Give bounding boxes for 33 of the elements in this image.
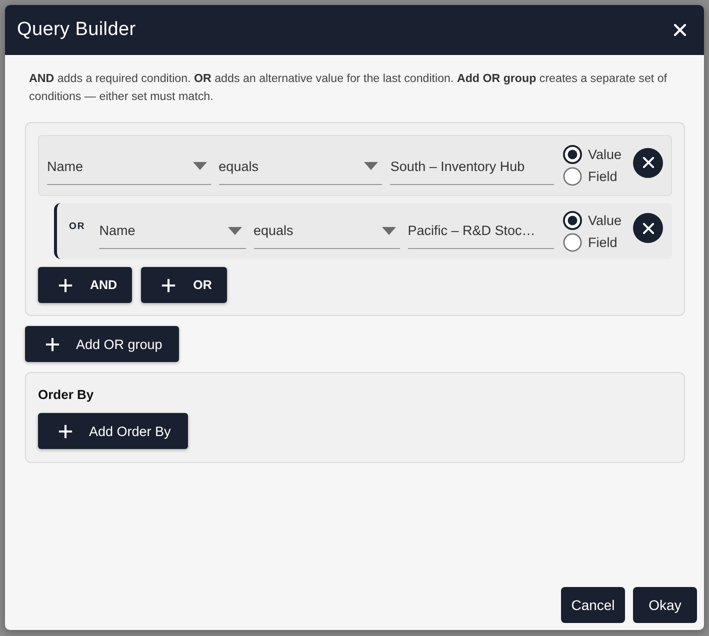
- dialog-action-button[interactable]: Cancel: [561, 587, 625, 623]
- caret-icon: [364, 162, 378, 170]
- close-icon: [674, 24, 686, 36]
- or-connector-label: OR: [69, 221, 86, 232]
- order-by-heading: Order By: [38, 387, 95, 402]
- operator-dropdown[interactable]: equals: [218, 150, 382, 184]
- description-text: AND adds a required condition. OR adds an alternative value for the last condition. Add OR group creates a separate set of conditions — either set must match.: [29, 71, 668, 105]
- add-condition-button[interactable]: OR: [141, 267, 227, 303]
- remove-condition-button[interactable]: [633, 148, 664, 178]
- radio-option[interactable]: Field: [563, 232, 625, 252]
- dialog-title: Query Builder: [17, 19, 136, 41]
- close-icon: [642, 157, 654, 168]
- plus-icon: [58, 424, 73, 438]
- caret-icon: [382, 226, 396, 234]
- caret-icon: [192, 162, 207, 170]
- dialog-action-button[interactable]: Okay: [633, 587, 697, 623]
- field-dropdown[interactable]: Name: [99, 215, 246, 249]
- add-order-by-button[interactable]: Add Order By: [38, 413, 188, 449]
- close-icon: [642, 222, 654, 234]
- value-field[interactable]: Pacific – R&D Stoc…: [408, 215, 554, 249]
- operator-dropdown[interactable]: equals: [254, 215, 400, 249]
- caret-icon: [228, 226, 242, 234]
- value-field[interactable]: South – Inventory Hub: [390, 150, 554, 184]
- remove-condition-button[interactable]: [633, 213, 663, 243]
- field-dropdown[interactable]: Name: [47, 150, 211, 184]
- plus-icon: [45, 336, 60, 352]
- add-or-group-button[interactable]: Add OR group: [25, 326, 180, 362]
- add-condition-button[interactable]: AND: [38, 267, 132, 303]
- plus-icon: [161, 278, 176, 292]
- radio-option[interactable]: Field: [563, 167, 626, 186]
- radio-option[interactable]: Value: [563, 145, 626, 164]
- radio-option[interactable]: Value: [563, 210, 625, 230]
- plus-icon: [58, 278, 73, 292]
